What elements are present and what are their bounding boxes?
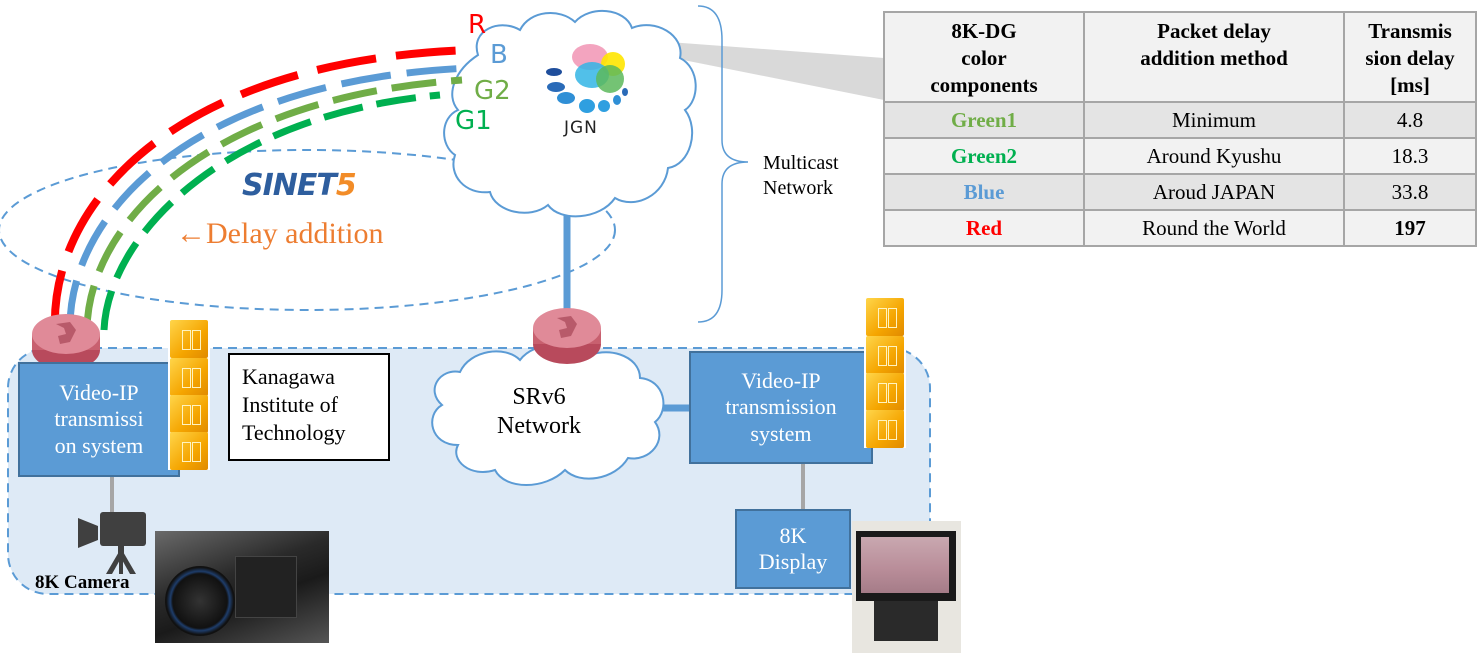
table-header-row: 8K-DG color components Packet delay additio…: [883, 11, 1477, 103]
server-icon: [170, 320, 208, 358]
sinet5-logo-main: SINET: [242, 168, 337, 203]
cell-delay: 18.3: [1343, 137, 1477, 175]
stream-label-g2: G2: [474, 76, 511, 106]
stream-arc-green2: [83, 76, 463, 331]
left-system-line2: transmissi: [54, 406, 144, 432]
left-system-line3: on system: [54, 432, 144, 458]
institute-line3: Technology: [242, 420, 346, 445]
display-photo: [852, 521, 961, 653]
camera-lens-icon: [165, 566, 235, 636]
display-bezel: [856, 531, 956, 601]
right-system-line2: transmission: [725, 394, 837, 420]
delay-addition-label: ←Delay addition: [176, 217, 384, 250]
table-row: Red Round the World 197: [883, 209, 1477, 247]
camera-body: [235, 556, 297, 618]
cell-method: Around Kyushu: [1083, 137, 1345, 175]
institute-line1: Kanagawa: [242, 364, 335, 389]
cell-delay: 197: [1343, 209, 1477, 247]
right-system-line1: Video-IP: [741, 367, 821, 393]
cell-component: Red: [883, 209, 1085, 247]
multicast-line1: Multicast: [763, 152, 839, 174]
8k-display-box: 8K Display: [735, 509, 851, 589]
server-icon: [866, 373, 904, 411]
camera-photo: [155, 531, 329, 643]
stream-label-r: R: [468, 10, 487, 40]
left-video-ip-system: Video-IP transmissi on system: [18, 362, 180, 477]
kanagawa-institute-label: Kanagawa Institute of Technology: [228, 353, 390, 461]
header-delay: Transmis sion delay [ms]: [1343, 11, 1477, 103]
server-icon: [170, 358, 208, 396]
display-line2: Display: [758, 549, 828, 574]
display-screen: [861, 537, 949, 593]
srv6-network-label: SRv6 Network: [484, 383, 594, 441]
cell-method: Round the World: [1083, 209, 1345, 247]
jgn-label: JGN: [564, 118, 598, 138]
cell-delay: 33.8: [1343, 173, 1477, 211]
server-icon: [866, 410, 904, 448]
cell-component: Green2: [883, 137, 1085, 175]
display-stand: [874, 601, 938, 641]
header-method: Packet delay addition method: [1083, 11, 1345, 103]
server-icon: [170, 432, 208, 470]
router-icon-center: [531, 306, 603, 366]
stream-label-b: B: [490, 40, 508, 70]
cell-method: Aroud JAPAN: [1083, 173, 1345, 211]
multicast-network-label: Multicast Network: [763, 151, 839, 201]
stream-label-g1: G1: [455, 106, 492, 136]
table-row: Blue Aroud JAPAN 33.8: [883, 173, 1477, 211]
cell-method: Minimum: [1083, 101, 1345, 139]
right-server-stack: [864, 296, 906, 448]
right-video-ip-system: Video-IP transmission system: [689, 351, 873, 464]
stream-arc-green1: [100, 91, 441, 331]
srv6-line1: SRv6: [512, 384, 566, 410]
sinet5-logo: SINET5: [242, 168, 357, 203]
cell-component: Blue: [883, 173, 1085, 211]
table-row: Green2 Around Kyushu 18.3: [883, 137, 1477, 175]
right-system-line3: system: [750, 420, 812, 446]
header-components: 8K-DG color components: [883, 11, 1085, 103]
multicast-line2: Network: [763, 177, 833, 199]
server-icon: [170, 395, 208, 433]
cell-component: Green1: [883, 101, 1085, 139]
sinet5-logo-num: 5: [335, 168, 357, 203]
table-row: Green1 Minimum 4.8: [883, 101, 1477, 139]
cell-delay: 4.8: [1343, 101, 1477, 139]
srv6-line2: Network: [497, 413, 581, 439]
left-server-stack: [168, 318, 210, 470]
institute-line2: Institute of: [242, 392, 338, 417]
video-camera-icon: [76, 510, 148, 576]
left-system-line1: Video-IP: [59, 379, 139, 405]
server-icon: [866, 336, 904, 374]
server-icon: [866, 298, 904, 336]
delay-table: 8K-DG color components Packet delay additio…: [883, 11, 1477, 247]
camera-label: 8K Camera: [35, 572, 130, 593]
display-line1: 8K: [779, 522, 807, 548]
